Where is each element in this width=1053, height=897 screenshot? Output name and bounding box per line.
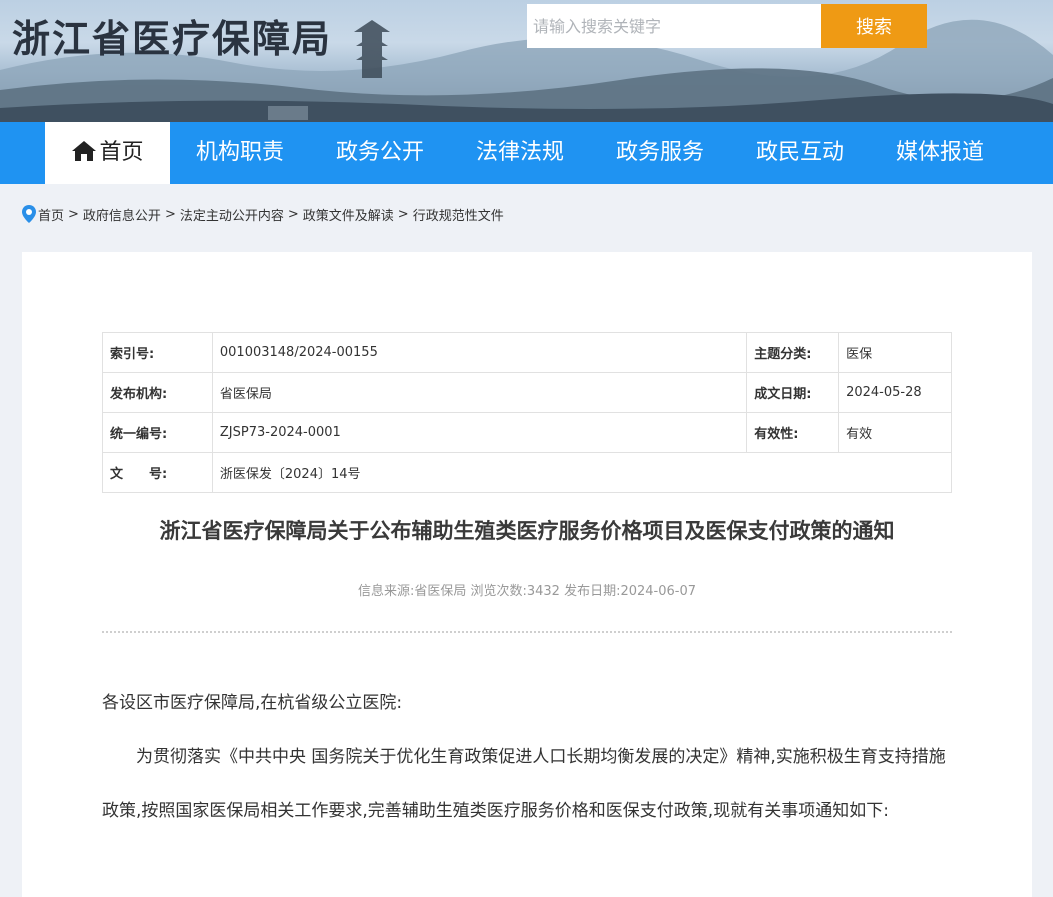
article-info: 信息来源:省医保局 浏览次数:3432 发布日期:2024-06-07 (357, 584, 697, 599)
site-title[interactable]: 浙江省医疗保障局 (12, 8, 332, 63)
nav-item-gov-affairs[interactable]: 政务公开 (310, 122, 450, 184)
nav-item-home[interactable]: 首页 (45, 122, 170, 184)
breadcrumb-home[interactable]: 首页 (38, 205, 64, 224)
validity-value: 有效 (838, 412, 952, 453)
breadcrumb-policy-docs[interactable]: 政策文件及解读 (303, 205, 394, 224)
home-icon (72, 141, 97, 161)
article-salutation: 各设区市医疗保障局,在杭省级公立医院: (102, 693, 403, 713)
breadcrumb-separator: > (287, 206, 299, 222)
breadcrumb-separator: > (164, 206, 176, 222)
breadcrumb-gov-info[interactable]: 政府信息公开 (83, 205, 161, 224)
breadcrumb-statutory[interactable]: 法定主动公开内容 (180, 205, 284, 224)
table-row: 索引号: 001003148/2024-00155 主题分类: 医保 (102, 332, 952, 373)
table-row: 统一编号: ZJSP73-2024-0001 有效性: 有效 (102, 412, 952, 453)
publisher-label: 发布机构: (102, 372, 213, 413)
doc-number-label: 文 号: (102, 452, 213, 493)
dotted-divider (102, 631, 952, 633)
code-value: ZJSP73-2024-0001 (211, 412, 748, 453)
nav-item-media[interactable]: 媒体报道 (870, 122, 1010, 184)
breadcrumb-normative-docs[interactable]: 行政规范性文件 (413, 205, 504, 224)
table-row: 文 号: 浙医保发〔2024〕14号 (102, 452, 953, 493)
nav-item-duties[interactable]: 机构职责 (170, 122, 310, 184)
table-row: 发布机构: 省医保局 成文日期: 2024-05-28 (102, 372, 952, 413)
article-body-paragraph: 为贯彻落实《中共中央 国务院关于优化生育政策促进人口长期均衡发展的决定》精神,实… (102, 747, 946, 821)
article-title: 浙江省医疗保障局关于公布辅助生殖类医疗服务价格项目及医保支付政策的通知 (159, 519, 895, 543)
doc-number-value: 浙医保发〔2024〕14号 (211, 452, 953, 493)
search-button[interactable]: 搜索 (821, 4, 927, 48)
main-nav: 首页 机构职责 政务公开 法律法规 政务服务 政民互动 媒体报道 (0, 122, 1053, 184)
breadcrumb: 首页 > 政府信息公开 > 法定主动公开内容 > 政策文件及解读 > 行政规范性… (22, 202, 504, 226)
nav-item-interaction[interactable]: 政民互动 (730, 122, 870, 184)
topic-label: 主题分类: (746, 332, 840, 373)
header-banner: 浙江省医疗保障局 搜索 (0, 0, 1053, 122)
validity-label: 有效性: (746, 412, 840, 453)
nav-item-label: 首页 (99, 140, 144, 165)
index-value: 001003148/2024-00155 (211, 332, 748, 373)
document-metadata-table: 索引号: 001003148/2024-00155 主题分类: 医保 发布机构:… (102, 332, 953, 493)
created-date-value: 2024-05-28 (838, 372, 952, 413)
breadcrumb-separator: > (397, 206, 409, 222)
publisher-value: 省医保局 (211, 372, 748, 413)
nav-item-services[interactable]: 政务服务 (590, 122, 730, 184)
article-card: 索引号: 001003148/2024-00155 主题分类: 医保 发布机构:… (22, 252, 1032, 897)
search-input[interactable] (527, 4, 821, 48)
index-label: 索引号: (102, 332, 213, 373)
code-label: 统一编号: (102, 412, 213, 453)
location-pin-icon (22, 205, 36, 223)
topic-value: 医保 (838, 332, 952, 373)
created-date-label: 成文日期: (746, 372, 840, 413)
breadcrumb-separator: > (68, 206, 79, 222)
nav-item-laws[interactable]: 法律法规 (450, 122, 590, 184)
